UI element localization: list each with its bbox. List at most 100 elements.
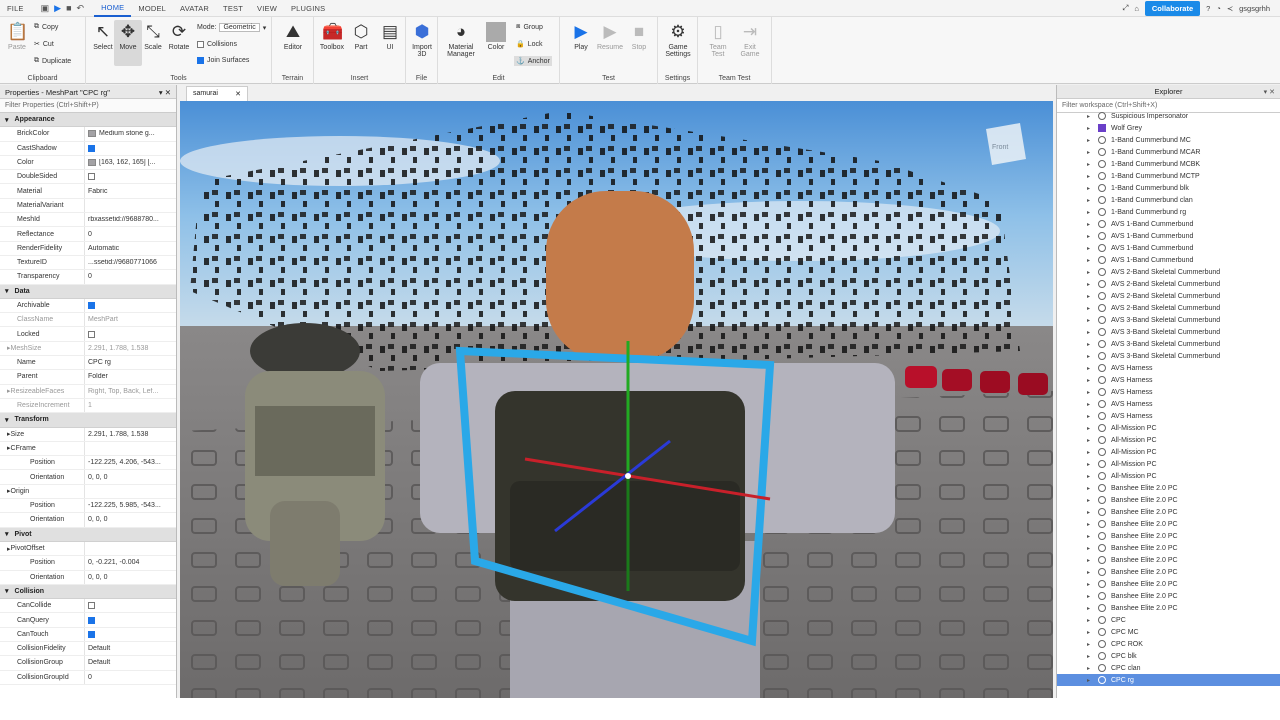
property-row[interactable]: CastShadow <box>0 141 176 156</box>
stop-button[interactable]: ■ Stop <box>625 22 653 51</box>
chevron-right-icon[interactable]: ▸ <box>1087 401 1093 408</box>
chevron-right-icon[interactable]: ▸ <box>1087 257 1093 264</box>
property-value[interactable]: Default <box>85 645 176 652</box>
property-row[interactable]: ClassName MeshPart <box>0 313 176 328</box>
team-test-button[interactable]: ▯ Team Test <box>704 22 732 58</box>
explorer-item[interactable]: ▸ Banshee Elite 2.0 PC <box>1057 506 1280 518</box>
explorer-item[interactable]: ▸ AVS Harness <box>1057 386 1280 398</box>
explorer-item[interactable]: ▸ Banshee Elite 2.0 PC <box>1057 530 1280 542</box>
explorer-item[interactable]: ▸ CPC clan <box>1057 662 1280 674</box>
chevron-right-icon[interactable]: ▸ <box>1087 293 1093 300</box>
property-row[interactable]: MaterialVariant <box>0 198 176 214</box>
menu-test[interactable]: TEST <box>216 4 250 13</box>
chevron-right-icon[interactable]: ▸ <box>1087 425 1093 432</box>
property-value[interactable]: 2.291, 1.788, 1.538 <box>85 345 176 352</box>
anchor-button[interactable]: ⚓ Anchor <box>514 56 552 66</box>
toolbox-button[interactable]: 🧰 Toolbox <box>318 22 346 51</box>
property-value[interactable]: Fabric <box>85 188 176 195</box>
explorer-item[interactable]: ▸ AVS 3-Band Skeletal Cummerbund <box>1057 350 1280 362</box>
chevron-right-icon[interactable]: ▸ <box>1087 509 1093 516</box>
property-row[interactable]: Orientation 0, 0, 0 <box>0 570 176 585</box>
chevron-right-icon[interactable]: ▸ <box>1087 473 1093 480</box>
cut-button[interactable]: ✂ Cut <box>34 40 54 49</box>
property-row[interactable]: Orientation 0, 0, 0 <box>0 513 176 528</box>
menu-home[interactable]: HOME <box>94 0 132 17</box>
explorer-item[interactable]: ▸ AVS 1-Band Cummerbund <box>1057 218 1280 230</box>
explorer-item[interactable]: ▸ All-Mission PC <box>1057 434 1280 446</box>
explorer-item[interactable]: ▸ AVS 1-Band Cummerbund <box>1057 230 1280 242</box>
explorer-item[interactable]: ▸ AVS Harness <box>1057 410 1280 422</box>
property-row[interactable]: CollisionGroup Default <box>0 656 176 671</box>
explorer-item[interactable]: ▸ All-Mission PC <box>1057 446 1280 458</box>
chevron-right-icon[interactable]: ▸ <box>1087 197 1093 204</box>
resume-button[interactable]: ▶ Resume <box>596 22 624 51</box>
property-value[interactable]: MeshPart <box>85 316 176 323</box>
save-icon[interactable]: ▣ <box>41 3 50 14</box>
property-row[interactable]: ResizeIncrement 1 <box>0 398 176 414</box>
explorer-item[interactable]: ▸ AVS 2-Band Skeletal Cummerbund <box>1057 266 1280 278</box>
group-button[interactable]: ⧈ Group <box>516 23 543 31</box>
chevron-right-icon[interactable]: ▸ <box>1087 353 1093 360</box>
chevron-right-icon[interactable]: ▸ <box>1087 653 1093 660</box>
property-section[interactable]: ▾ Pivot <box>0 527 176 542</box>
chevron-right-icon[interactable]: ▸ <box>1087 461 1093 468</box>
stop-icon[interactable]: ■ <box>66 3 71 14</box>
mode-select[interactable]: Mode: Geometric ▾ <box>197 23 266 32</box>
property-value[interactable] <box>85 173 176 181</box>
property-value[interactable]: ...ssetid://9680771066 <box>85 259 176 266</box>
play-button[interactable]: ▶ Play <box>567 22 595 51</box>
property-section[interactable]: ▾ Appearance <box>0 113 176 128</box>
explorer-item[interactable]: ▸ All-Mission PC <box>1057 458 1280 470</box>
explorer-item[interactable]: ▸ Banshee Elite 2.0 PC <box>1057 494 1280 506</box>
explorer-item[interactable]: ▸ 1-Band Cummerbund blk <box>1057 182 1280 194</box>
property-row[interactable]: BrickColor Medium stone g... <box>0 127 176 142</box>
property-value[interactable]: rbxassetid://9688780... <box>85 216 176 223</box>
collisions-toggle[interactable]: Collisions <box>197 41 237 48</box>
scale-button[interactable]: ⤡ Scale <box>139 22 167 51</box>
chevron-right-icon[interactable]: ▸ <box>1087 629 1093 636</box>
chevron-right-icon[interactable]: ▸ <box>1087 497 1093 504</box>
chevron-right-icon[interactable]: ▸ <box>1087 413 1093 420</box>
property-value[interactable]: 2.291, 1.788, 1.538 <box>85 431 176 438</box>
property-row[interactable]: Transparency 0 <box>0 270 176 285</box>
close-icon[interactable]: ▾ ✕ <box>159 88 171 97</box>
property-row[interactable]: ▸ MeshSize 2.291, 1.788, 1.538 <box>0 341 176 357</box>
explorer-item[interactable]: ▸ 1-Band Cummerbund MCAR <box>1057 146 1280 158</box>
3d-viewport[interactable]: Front <box>180 101 1053 698</box>
collaborate-button[interactable]: Collaborate <box>1144 0 1201 16</box>
explorer-item[interactable]: ▸ AVS 3-Band Skeletal Cummerbund <box>1057 314 1280 326</box>
chevron-right-icon[interactable]: ▸ <box>1087 329 1093 336</box>
checkbox[interactable] <box>88 330 95 338</box>
chevron-right-icon[interactable]: ▸ <box>1087 137 1093 144</box>
explorer-item[interactable]: ▸ AVS 1-Band Cummerbund <box>1057 242 1280 254</box>
property-value[interactable]: Right, Top, Back, Lef... <box>85 388 176 395</box>
property-row[interactable]: CanTouch <box>0 627 176 642</box>
property-row[interactable]: CanCollide <box>0 599 176 614</box>
explorer-item[interactable]: ▸ Suspicious Impersonator <box>1057 110 1280 122</box>
explorer-item[interactable]: ▸ CPC ROK <box>1057 638 1280 650</box>
property-value[interactable]: Folder <box>85 373 176 380</box>
property-row[interactable]: Locked <box>0 327 176 342</box>
properties-filter-input[interactable]: Filter Properties (Ctrl+Shift+P) <box>0 99 176 113</box>
property-value[interactable]: 0, 0, 0 <box>85 474 176 481</box>
property-row[interactable]: ▸ PivotOffset <box>0 541 176 557</box>
property-value[interactable]: CPC rg <box>85 359 176 366</box>
chevron-right-icon[interactable]: ▸ <box>1087 185 1093 192</box>
exit-game-button[interactable]: ⇥ Exit Game <box>736 22 764 58</box>
explorer-item[interactable]: ▸ 1-Band Cummerbund MCBK <box>1057 158 1280 170</box>
property-row[interactable]: ▸ CFrame <box>0 441 176 457</box>
duplicate-button[interactable]: ⧉ Duplicate <box>34 57 71 65</box>
checkbox[interactable] <box>88 302 95 309</box>
chevron-right-icon[interactable]: ▸ <box>1087 245 1093 252</box>
chevron-right-icon[interactable]: ▸ <box>1087 305 1093 312</box>
chevron-right-icon[interactable]: ▸ <box>1087 365 1093 372</box>
chevron-right-icon[interactable]: ▸ <box>1087 641 1093 648</box>
property-value[interactable]: Automatic <box>85 245 176 252</box>
explorer-item[interactable]: ▸ Banshee Elite 2.0 PC <box>1057 542 1280 554</box>
chevron-right-icon[interactable]: ▸ <box>1087 593 1093 600</box>
property-row[interactable]: TextureID ...ssetid://9680771066 <box>0 255 176 271</box>
lock-button[interactable]: 🔒 Lock <box>516 40 543 49</box>
checkbox[interactable] <box>88 616 95 624</box>
move-button[interactable]: ✥ Move <box>114 20 142 66</box>
explorer-item[interactable]: ▸ Banshee Elite 2.0 PC <box>1057 578 1280 590</box>
